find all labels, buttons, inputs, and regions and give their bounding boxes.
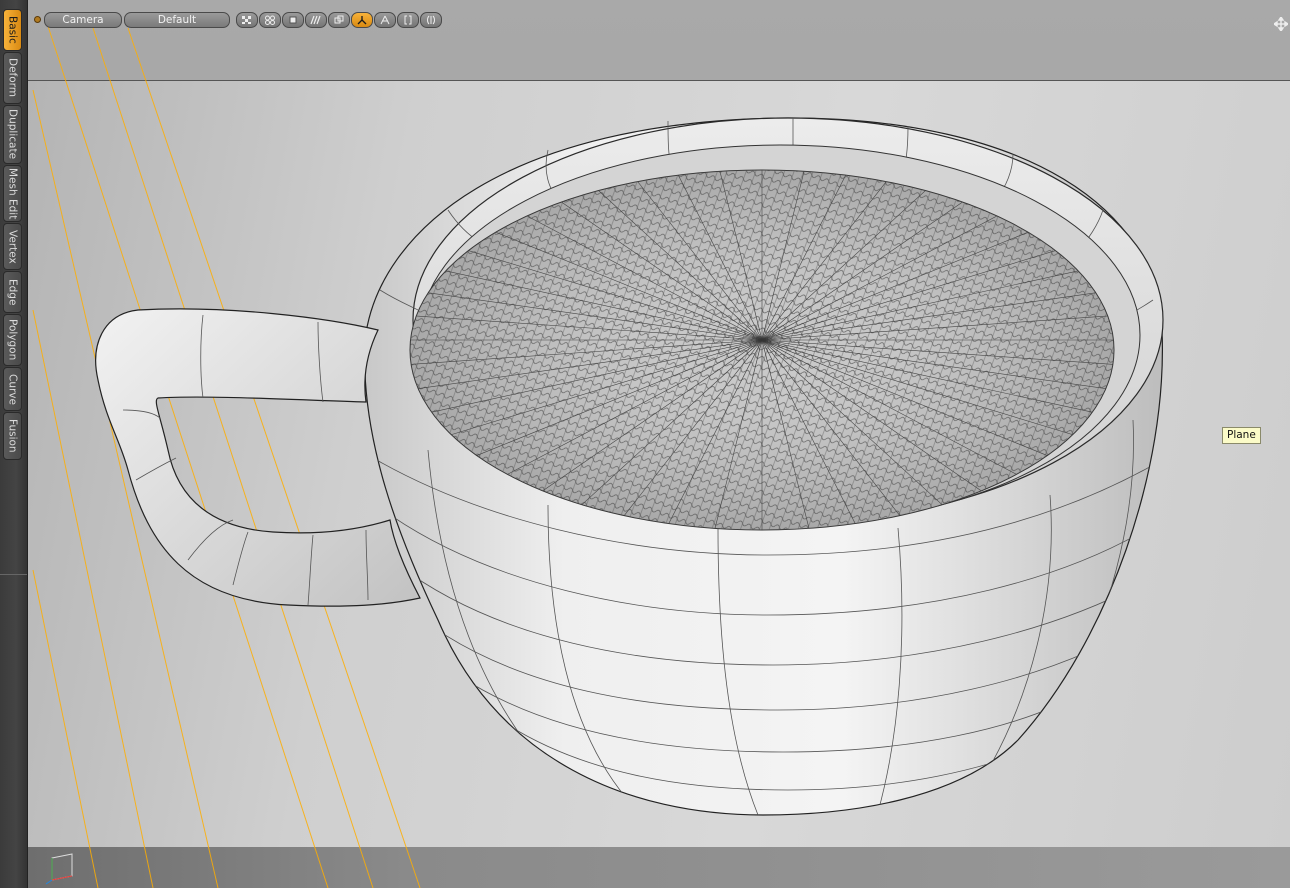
tab-polygon[interactable]: Polygon (3, 314, 22, 366)
hover-tooltip: Plane (1222, 427, 1261, 444)
lambda-icon (357, 16, 367, 25)
axis-gizmo-icon (45, 853, 73, 885)
tab-curve[interactable]: Curve (3, 367, 22, 411)
tab-label: Basic (6, 16, 19, 44)
double-bracket-toggle[interactable] (420, 12, 442, 28)
tab-mesh-edit[interactable]: Mesh Edit (3, 165, 22, 222)
lambda-toggle[interactable] (351, 12, 373, 28)
shading-style-dropdown[interactable]: Default (124, 12, 230, 28)
copy-icon (334, 15, 344, 24)
triangle-icon (380, 15, 390, 25)
bracket-icon (404, 15, 412, 25)
bracket-toggle[interactable] (397, 12, 419, 28)
tab-basic[interactable]: Basic (3, 9, 22, 51)
grid-dots-icon (265, 15, 275, 25)
tab-label: Deform (6, 58, 19, 98)
viewport-header: Camera Default (28, 6, 1290, 32)
square-icon (289, 16, 297, 24)
square-toggle[interactable] (282, 12, 304, 28)
checker-icon (242, 16, 251, 24)
tab-label: Duplicate (6, 109, 19, 160)
sidebar-divider (0, 574, 27, 575)
tab-label: Vertex (6, 229, 19, 264)
viewport-menu-dot[interactable] (34, 16, 41, 23)
copy-toggle[interactable] (328, 12, 350, 28)
scene-render[interactable] (28, 0, 1290, 888)
tab-label: Polygon (6, 319, 19, 361)
move-view-icon[interactable] (1274, 17, 1288, 31)
tab-label: Curve (6, 373, 19, 405)
checker-toggle[interactable] (236, 12, 258, 28)
grid-dots-toggle[interactable] (259, 12, 281, 28)
triangle-toggle[interactable] (374, 12, 396, 28)
stripes-icon (310, 15, 321, 25)
tab-label: Edge (6, 278, 19, 306)
tool-tab-strip: Basic Deform Duplicate Mesh Edit Vertex … (0, 0, 28, 888)
tab-vertex[interactable]: Vertex (3, 223, 22, 270)
stripes-toggle[interactable] (305, 12, 327, 28)
tab-edge[interactable]: Edge (3, 271, 22, 313)
view-mode-dropdown[interactable]: Camera (44, 12, 122, 28)
tab-label: Fusion (6, 419, 19, 453)
double-bracket-icon (427, 15, 435, 25)
tab-label: Mesh Edit (6, 167, 19, 220)
3d-viewport[interactable]: Camera Default Plane (28, 0, 1290, 888)
tab-deform[interactable]: Deform (3, 52, 22, 104)
tab-duplicate[interactable]: Duplicate (3, 105, 22, 164)
tab-fusion[interactable]: Fusion (3, 412, 22, 460)
